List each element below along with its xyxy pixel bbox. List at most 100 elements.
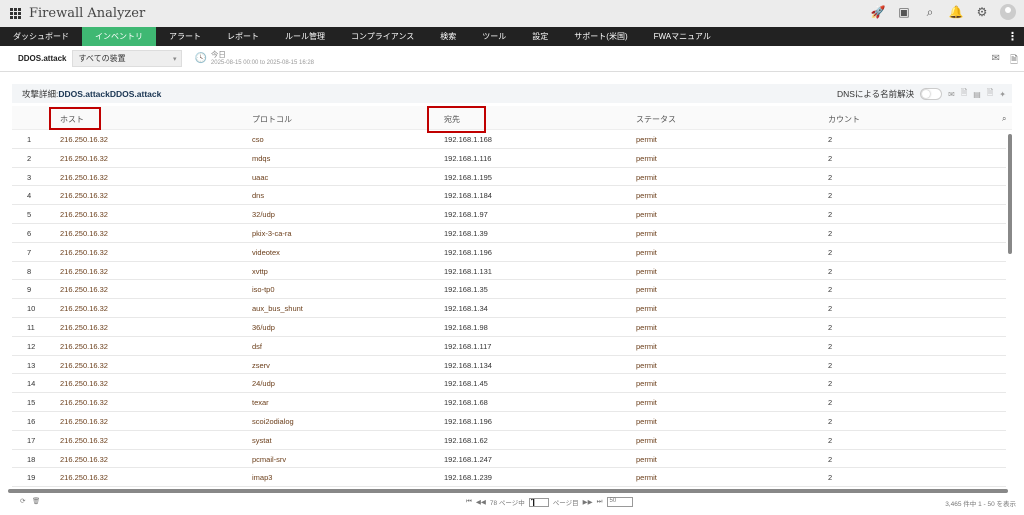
page-size-select[interactable]: 50 (606, 497, 633, 507)
count-cell: 2 (828, 266, 833, 276)
main-nav: ダッシュボード インベントリ アラート レポート ルール管理 コンプライアンス … (0, 27, 1024, 46)
status-cell: permit (636, 210, 657, 220)
destination-cell: 192.168.1.196 (444, 416, 492, 426)
delete-icon[interactable]: 🗑 (32, 497, 40, 505)
dns-toggle[interactable] (920, 88, 943, 100)
host-cell: 216.250.16.32 (60, 379, 108, 389)
nav-compliance[interactable]: コンプライアンス (338, 27, 427, 46)
destination-cell: 192.168.1.68 (444, 398, 488, 408)
host-cell: 216.250.16.32 (60, 153, 108, 163)
col-status[interactable]: ステータス (636, 114, 676, 125)
clock-icon[interactable]: 🕓 (194, 53, 206, 64)
rocket-icon[interactable]: 🚀 (870, 5, 886, 19)
row-index: 15 (27, 398, 36, 408)
app-grid-icon[interactable] (10, 8, 21, 19)
search-icon[interactable]: ⌕ (922, 5, 938, 20)
table-row[interactable]: 8 216.250.16.32 xvttp 192.168.1.131 permit 2 (12, 262, 1006, 281)
status-cell: permit (636, 191, 657, 201)
table-row[interactable]: 4 216.250.16.32 dns 192.168.1.184 permit 2 (12, 186, 1006, 206)
table-row[interactable]: 3 216.250.16.32 uaac 192.168.1.195 permit 2 (12, 168, 1006, 187)
table-row[interactable]: 18 216.250.16.32 pcmail-srv 192.168.1.247 pe… (12, 450, 1006, 469)
table-row[interactable]: 13 216.250.16.32 zserv 192.168.1.134 permit 2 (12, 356, 1006, 375)
mail-icon[interactable]: ✉ (992, 53, 1000, 70)
col-protocol[interactable]: プロトコル (252, 114, 292, 125)
table-row[interactable]: 11 216.250.16.32 36/udp 192.168.1.98 permit 2 (12, 318, 1006, 337)
count-cell: 2 (828, 191, 833, 201)
table-row[interactable]: 1 216.250.16.32 cso 192.168.1.168 permit 2 (12, 130, 1006, 149)
nav-reports[interactable]: レポート (214, 27, 272, 46)
destination-cell: 192.168.1.98 (444, 322, 488, 332)
csv-icon[interactable]: ▤ (973, 90, 981, 99)
table-row[interactable]: 2 216.250.16.32 mdqs 192.168.1.116 permit 2 (12, 149, 1006, 168)
avatar[interactable] (1000, 4, 1016, 20)
nav-inventory[interactable]: インベントリ (82, 27, 156, 46)
count-cell: 2 (828, 379, 833, 389)
host-cell: 216.250.16.32 (60, 210, 108, 220)
status-cell: permit (636, 398, 657, 408)
destination-cell: 192.168.1.62 (444, 435, 488, 445)
table-row[interactable]: 7 216.250.16.32 videotex 192.168.1.196 permi… (12, 243, 1006, 262)
mail-icon[interactable]: ✉ (948, 90, 955, 99)
protocol-cell: iso-tp0 (252, 285, 275, 295)
bell-icon[interactable]: 🔔 (948, 5, 964, 19)
count-cell: 2 (828, 360, 833, 370)
table-search-icon[interactable]: ⌕ (1002, 114, 1006, 124)
table-row[interactable]: 10 216.250.16.32 aux_bus_shunt 192.168.1.34… (12, 299, 1006, 318)
nav-dashboard[interactable]: ダッシュボード (0, 27, 82, 46)
pdf-icon[interactable]: 🗎 (1010, 53, 1018, 70)
gear-icon[interactable]: ⚙ (974, 5, 990, 19)
count-cell: 2 (828, 322, 833, 332)
destination-cell: 192.168.1.97 (444, 210, 488, 220)
period-picker[interactable]: 今日 2025-08-15 00:00 to 2025-08-15 16:28 (211, 50, 314, 68)
host-cell: 216.250.16.32 (60, 435, 108, 445)
first-page-icon[interactable]: ⏮ (466, 498, 472, 506)
nav-tools[interactable]: ツール (469, 27, 519, 46)
next-page-icon[interactable]: ▶▶ (583, 498, 593, 506)
nav-support[interactable]: サポート(米国) (561, 27, 640, 46)
count-cell: 2 (828, 416, 833, 426)
status-cell: permit (636, 266, 657, 276)
last-page-icon[interactable]: ⏭ (597, 498, 603, 506)
table-row[interactable]: 6 216.250.16.32 pkix-3-ca-ra 192.168.1.39 pe… (12, 224, 1006, 243)
table-row[interactable]: 5 216.250.16.32 32/udp 192.168.1.97 permit 2 (12, 205, 1006, 224)
row-index: 1 (27, 135, 32, 144)
table-row[interactable]: 19 216.250.16.32 imap3 192.168.1.239 permit 2 (12, 468, 1006, 488)
pdf-icon[interactable]: 🗎 (961, 87, 967, 101)
protocol-cell: aux_bus_shunt (252, 304, 303, 314)
table-row[interactable]: 12 216.250.16.32 dsf 192.168.1.117 permit 2 (12, 337, 1006, 356)
nav-settings[interactable]: 設定 (519, 27, 561, 46)
table-row[interactable]: 17 216.250.16.32 systat 192.168.1.62 permit 2 (12, 431, 1006, 450)
nav-rule-management[interactable]: ルール管理 (272, 27, 338, 46)
host-cell: 216.250.16.32 (60, 360, 108, 370)
horizontal-scrollbar[interactable] (8, 489, 1008, 493)
vertical-scrollbar[interactable] (1008, 134, 1012, 254)
protocol-cell: 24/udp (252, 379, 275, 389)
nav-manual[interactable]: FWAマニュアル (641, 27, 724, 46)
count-cell: 2 (828, 398, 833, 408)
protocol-cell: uaac (252, 172, 269, 182)
table-row[interactable]: 15 216.250.16.32 texar 192.168.1.68 permit 2 (12, 393, 1006, 412)
prev-page-icon[interactable]: ◀◀ (476, 498, 486, 506)
more-menu-icon[interactable]: ⋮ (1007, 30, 1018, 43)
table-row[interactable]: 16 216.250.16.32 scoi2odialog 192.168.1.196… (12, 412, 1006, 431)
page-input[interactable] (528, 497, 549, 507)
nav-search[interactable]: 検索 (427, 27, 469, 46)
destination-cell: 192.168.1.134 (444, 360, 492, 370)
table-row[interactable]: 14 216.250.16.32 24/udp 192.168.1.45 permit 2 (12, 374, 1006, 394)
status-cell: permit (636, 454, 657, 464)
excel-icon[interactable]: 🗎 (987, 87, 993, 101)
host-cell: 216.250.16.32 (60, 322, 108, 332)
protocol-cell: xvttp (252, 266, 268, 276)
status-cell: permit (636, 153, 657, 163)
table-row[interactable]: 9 216.250.16.32 iso-tp0 192.168.1.35 permit 2 (12, 280, 1006, 300)
period-range: 2025-08-15 00:00 to 2025-08-15 16:28 (210, 59, 315, 66)
pin-icon[interactable]: ✦ (999, 90, 1006, 99)
device-select[interactable]: すべての装置 (72, 50, 183, 67)
presentation-icon[interactable]: ▣ (896, 5, 912, 19)
col-count[interactable]: カウント (828, 114, 860, 125)
row-index: 19 (27, 473, 36, 483)
period-label: 今日 (210, 49, 226, 59)
row-index: 12 (27, 341, 36, 351)
refresh-icon[interactable]: ⟳ (20, 497, 25, 505)
nav-alerts[interactable]: アラート (156, 27, 214, 46)
